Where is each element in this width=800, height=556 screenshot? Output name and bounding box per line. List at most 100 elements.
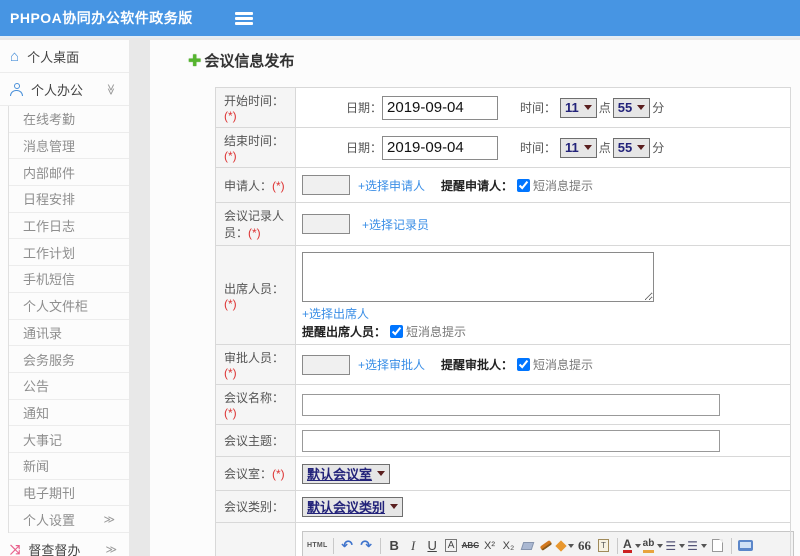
undo-icon[interactable]: ↶ [339,537,356,555]
end-date-input[interactable] [382,135,499,160]
add-icon: ✚ [188,52,202,70]
required-mark: (*) [272,467,285,481]
end-hour-select[interactable]: 11 [560,137,597,158]
page-title: 会议信息发布 [204,53,295,70]
form-row-applicant: 申请人：(*) +选择申请人 提醒申请人： 短消息提示 [215,167,791,203]
field-label: 会议主题： [224,434,285,448]
bold-button[interactable]: B [386,537,403,555]
fullscreen-icon[interactable] [737,540,753,551]
strikethrough-button[interactable]: ABC [462,537,479,555]
sidebar-item-events[interactable]: 大事记 [9,426,129,453]
sidebar-item-work-log[interactable]: 工作日志 [9,213,129,240]
meeting-category-select[interactable]: 默认会议类别 [302,496,404,517]
sidebar-item-schedule[interactable]: 日程安排 [9,186,129,213]
person-icon [10,82,23,96]
sidebar-item-personal-office[interactable]: 个人办公 ≫ [0,73,129,106]
unordered-list-button[interactable]: ☰ [687,537,707,555]
form-row-meeting-name: 会议名称：(*) [215,384,791,425]
shuffle-icon: ⤨ [10,542,21,556]
required-mark: (*) [248,226,261,240]
form-row-meeting-room: 会议室：(*) 默认会议室 [215,456,791,491]
form-row-meeting-category: 会议类别： 默认会议类别 [215,490,791,523]
sidebar-item-file-cabinet[interactable]: 个人文件柜 [9,293,129,320]
sidebar-item-contacts[interactable]: 通讯录 [9,320,129,347]
chevron-right-icon: ≫ [105,544,117,556]
new-page-icon[interactable] [711,539,723,552]
form-row-approver: 审批人员：(*) +选择审批人 提醒审批人： 短消息提示 [215,344,791,385]
sidebar-item-notice[interactable]: 通知 [9,400,129,427]
form-row-attendees: 出席人员：(*) +选择出席人 提醒出席人员： 短消息提示 [215,245,791,345]
sidebar-item-news[interactable]: 新闻 [9,453,129,480]
form-row-start-time: 开始时间：(*) 日期： 时间： 11 点 55 分 [215,87,791,128]
recorder-input[interactable] [302,214,350,234]
choose-attendees-link[interactable]: +选择出席人 [302,307,369,321]
top-bar: PHPOA协同办公软件政务版 [0,0,800,38]
sidebar-item-desktop[interactable]: ⌂ 个人桌面 [0,40,129,73]
start-hour-select[interactable]: 11 [560,97,597,118]
underline-button[interactable]: U [424,537,441,555]
chevron-double-down-icon: ≫ [104,83,117,95]
sidebar-item-announcement[interactable]: 公告 [9,373,129,400]
approver-sms-checkbox[interactable] [517,358,531,371]
sidebar-submenu: 在线考勤 消息管理 内部邮件 日程安排 工作日志 工作计划 手机短信 个人文件柜… [8,106,129,533]
attendees-sms-checkbox[interactable] [390,325,404,338]
sidebar-item-personal-settings[interactable]: 个人设置 ≫ [9,506,129,533]
font-color-button[interactable]: A [622,537,641,555]
sidebar-nav: ⌂ 个人桌面 个人办公 ≫ 在线考勤 消息管理 内部邮件 日程安排 工作日志 工… [0,40,129,556]
font-border-button[interactable]: A [444,539,458,552]
italic-button[interactable]: I [405,537,422,555]
required-mark: (*) [224,109,237,123]
sidebar-item-messages[interactable]: 消息管理 [9,133,129,160]
editor-toolbar: HTML ↶ ↷ B I U A ABC X² X₂ 66 T A ab ☰ ☰ [303,532,793,556]
choose-approver-link[interactable]: +选择审批人 [358,356,425,373]
sidebar-item-e-journal[interactable]: 电子期刊 [9,480,129,507]
choose-recorder-link[interactable]: +选择记录员 [362,216,429,233]
form-row-content-editor: HTML ↶ ↷ B I U A ABC X² X₂ 66 T A ab ☰ ☰ [215,522,794,556]
sidebar-item-label: 个人办公 [31,82,84,98]
rich-text-editor: HTML ↶ ↷ B I U A ABC X² X₂ 66 T A ab ☰ ☰ [302,531,794,556]
required-mark: (*) [272,178,285,193]
sidebar-item-sms[interactable]: 手机短信 [9,266,129,293]
sidebar-item-meeting-service[interactable]: 会务服务 [9,346,129,373]
app-title: PHPOA协同办公软件政务版 [10,10,193,26]
sidebar-item-work-plan[interactable]: 工作计划 [9,239,129,267]
highlight-color-button[interactable]: ab [642,537,664,555]
redo-icon[interactable]: ↷ [358,537,375,555]
applicant-sms-checkbox[interactable] [517,178,531,192]
applicant-input[interactable] [302,175,350,195]
sidebar-item-attendance[interactable]: 在线考勤 [9,106,129,133]
main-content: ✚ 会议信息发布 开始时间：(*) 日期： 时间： 11 点 55 分 [150,40,800,556]
sidebar-item-internal-mail[interactable]: 内部邮件 [9,159,129,187]
choose-applicant-link[interactable]: +选择申请人 [358,177,425,194]
field-label: 出席人员： [224,281,285,296]
menu-toggle-icon[interactable] [234,11,253,25]
autotypeset-button[interactable] [555,537,574,555]
required-mark: (*) [224,366,237,380]
meeting-form: 开始时间：(*) 日期： 时间： 11 点 55 分 结束时间：(*) 日期： … [215,87,794,556]
sidebar-item-label: 个人桌面 [27,49,80,65]
html-source-button[interactable]: HTML [307,537,328,555]
start-date-input[interactable] [382,95,499,120]
attendees-textarea[interactable] [302,252,654,302]
form-row-end-time: 结束时间：(*) 日期： 时间： 11 点 55 分 [215,127,791,168]
subscript-button[interactable]: X₂ [500,537,517,555]
field-label: 会议室： [224,467,273,481]
sidebar-item-supervision[interactable]: ⤨ 督查督办 ≫ [0,533,129,556]
paste-icon[interactable]: T [597,539,609,552]
start-minute-select[interactable]: 55 [612,97,651,118]
required-mark: (*) [224,406,237,420]
field-label: 会议名称： [224,391,285,405]
required-mark: (*) [224,296,237,311]
meeting-name-input[interactable] [302,393,720,416]
superscript-button[interactable]: X² [481,537,498,555]
meeting-room-select[interactable]: 默认会议室 [302,463,391,484]
format-brush-icon[interactable] [540,540,553,551]
form-row-recorder: 会议记录人员：(*) +选择记录员 [215,202,791,246]
required-mark: (*) [224,149,237,163]
meeting-topic-input[interactable] [302,429,720,452]
blockquote-button[interactable]: 66 [576,537,593,555]
ordered-list-button[interactable]: ☰ [665,537,686,555]
eraser-icon[interactable] [520,541,535,550]
end-minute-select[interactable]: 55 [612,137,651,158]
approver-input[interactable] [302,354,350,375]
